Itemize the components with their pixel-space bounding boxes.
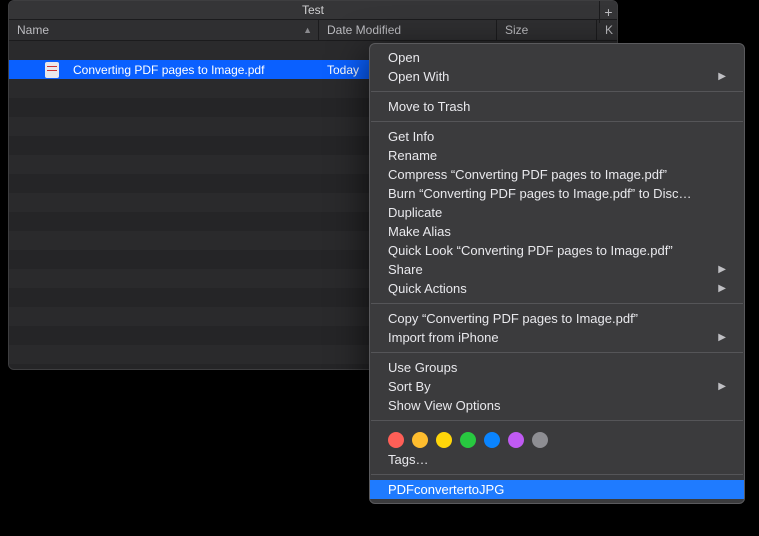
menu-open[interactable]: Open (370, 48, 744, 67)
tag-color-dot[interactable] (436, 432, 452, 448)
column-header-row: Name ▲ Date Modified Size K + (9, 19, 617, 41)
column-header-extra-label: K (605, 23, 613, 37)
menu-label: PDFconvertertoJPG (388, 482, 504, 497)
menu-label: Tags… (388, 452, 428, 467)
tag-color-dot[interactable] (460, 432, 476, 448)
menu-separator (371, 352, 743, 353)
menu-make-alias[interactable]: Make Alias (370, 222, 744, 241)
menu-get-info[interactable]: Get Info (370, 127, 744, 146)
menu-service-pdfconverter[interactable]: PDFconvertertoJPG (370, 480, 744, 499)
menu-use-groups[interactable]: Use Groups (370, 358, 744, 377)
menu-label: Open With (388, 69, 449, 84)
menu-label: Use Groups (388, 360, 457, 375)
menu-label: Copy “Converting PDF pages to Image.pdf” (388, 311, 638, 326)
menu-view-options[interactable]: Show View Options (370, 396, 744, 415)
sort-ascending-icon: ▲ (303, 25, 312, 35)
menu-separator (371, 121, 743, 122)
column-header-extra[interactable]: K (597, 20, 618, 40)
pdf-file-icon (45, 62, 59, 78)
tag-color-row (370, 426, 744, 450)
menu-label: Share (388, 262, 423, 277)
file-name-cell: Converting PDF pages to Image.pdf (65, 63, 319, 77)
menu-separator (371, 474, 743, 475)
menu-compress[interactable]: Compress “Converting PDF pages to Image.… (370, 165, 744, 184)
menu-burn[interactable]: Burn “Converting PDF pages to Image.pdf”… (370, 184, 744, 203)
context-menu: Open Open With ▶ Move to Trash Get Info R… (369, 43, 745, 504)
menu-label: Show View Options (388, 398, 501, 413)
menu-label: Make Alias (388, 224, 451, 239)
menu-label: Compress “Converting PDF pages to Image.… (388, 167, 667, 182)
submenu-arrow-icon: ▶ (718, 381, 726, 392)
menu-label: Sort By (388, 379, 431, 394)
menu-label: Rename (388, 148, 437, 163)
menu-open-with[interactable]: Open With ▶ (370, 67, 744, 86)
menu-rename[interactable]: Rename (370, 146, 744, 165)
menu-label: Duplicate (388, 205, 442, 220)
menu-label: Burn “Converting PDF pages to Image.pdf”… (388, 186, 691, 201)
column-header-size-label: Size (505, 23, 528, 37)
add-column-button[interactable]: + (599, 1, 617, 23)
tag-color-dot[interactable] (532, 432, 548, 448)
menu-tags[interactable]: Tags… (370, 450, 744, 469)
menu-label: Quick Look “Converting PDF pages to Imag… (388, 243, 673, 258)
submenu-arrow-icon: ▶ (718, 332, 726, 343)
menu-quick-look[interactable]: Quick Look “Converting PDF pages to Imag… (370, 241, 744, 260)
submenu-arrow-icon: ▶ (718, 264, 726, 275)
menu-label: Quick Actions (388, 281, 467, 296)
menu-label: Get Info (388, 129, 434, 144)
menu-quick-actions[interactable]: Quick Actions ▶ (370, 279, 744, 298)
submenu-arrow-icon: ▶ (718, 71, 726, 82)
tag-color-dot[interactable] (508, 432, 524, 448)
column-header-date[interactable]: Date Modified (319, 20, 497, 40)
tag-color-dot[interactable] (388, 432, 404, 448)
menu-trash[interactable]: Move to Trash (370, 97, 744, 116)
window-title: Test (9, 1, 617, 19)
menu-label: Import from iPhone (388, 330, 499, 345)
tag-color-dot[interactable] (412, 432, 428, 448)
menu-label: Move to Trash (388, 99, 470, 114)
submenu-arrow-icon: ▶ (718, 283, 726, 294)
menu-sort-by[interactable]: Sort By ▶ (370, 377, 744, 396)
menu-copy[interactable]: Copy “Converting PDF pages to Image.pdf” (370, 309, 744, 328)
menu-label: Open (388, 50, 420, 65)
column-header-name-label: Name (17, 23, 49, 37)
menu-separator (371, 303, 743, 304)
column-header-name[interactable]: Name ▲ (9, 20, 319, 40)
menu-separator (371, 91, 743, 92)
menu-duplicate[interactable]: Duplicate (370, 203, 744, 222)
menu-share[interactable]: Share ▶ (370, 260, 744, 279)
column-header-size[interactable]: Size (497, 20, 597, 40)
menu-separator (371, 420, 743, 421)
column-header-date-label: Date Modified (327, 23, 401, 37)
tag-color-dot[interactable] (484, 432, 500, 448)
menu-import-iphone[interactable]: Import from iPhone ▶ (370, 328, 744, 347)
